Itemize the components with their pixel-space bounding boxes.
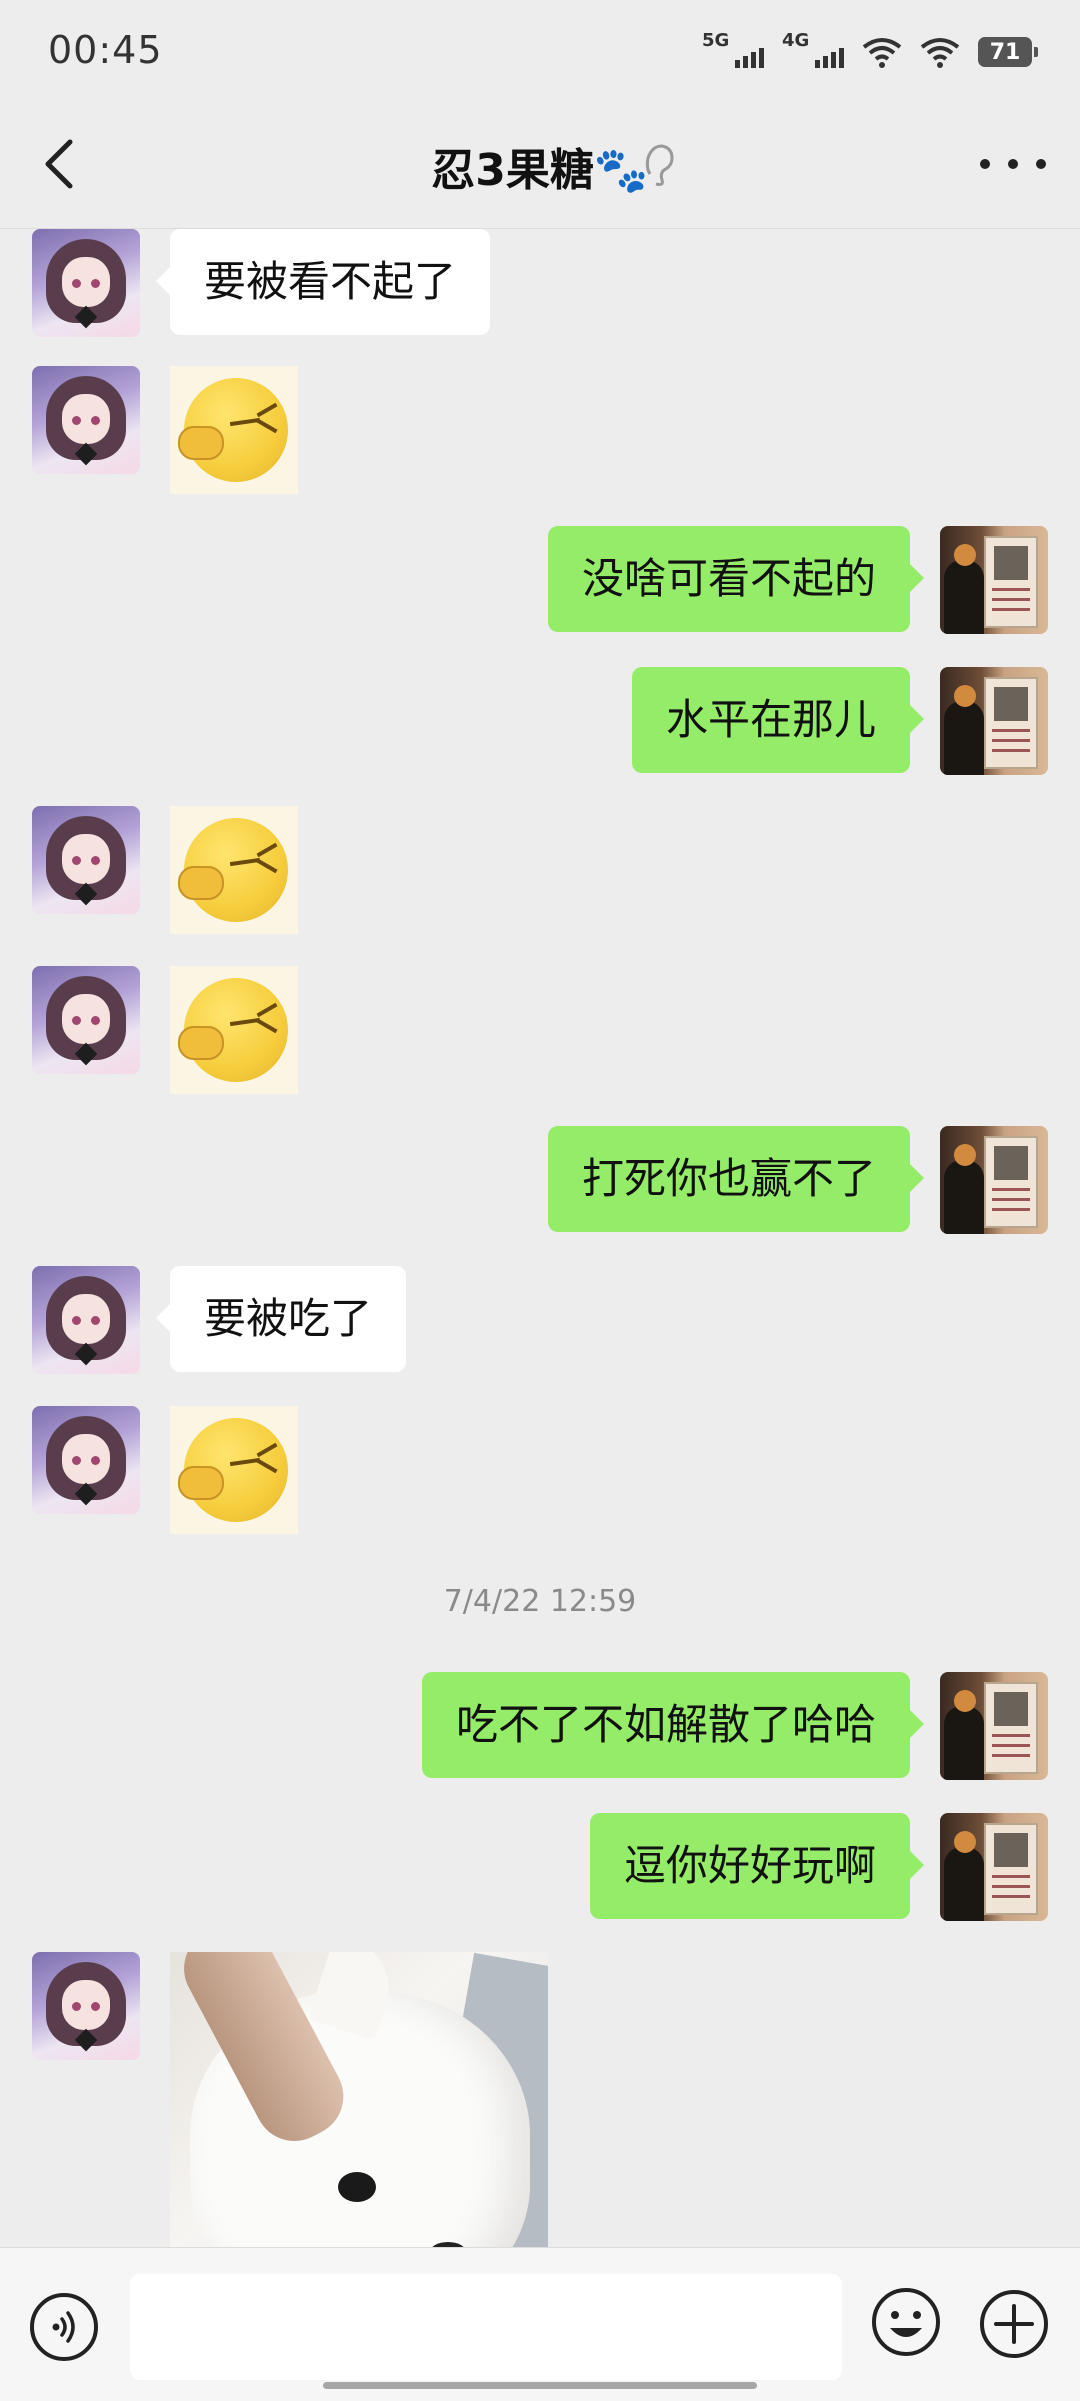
input-bar (0, 2247, 1080, 2401)
signal-4g-icon: 4G (782, 30, 844, 72)
sent-message-bubble[interactable]: 打死你也赢不了 (547, 1126, 925, 1232)
user-avatar[interactable] (940, 1126, 1048, 1234)
voice-icon (52, 2311, 75, 2343)
emoji-facepalm-sticker[interactable] (170, 1406, 298, 1534)
chat-header: 忍3果糖🐾 (0, 100, 1080, 229)
signal-5g-icon: 5G (702, 30, 764, 72)
contact-avatar[interactable] (32, 1406, 140, 1514)
earpiece-mode-icon (645, 144, 674, 186)
sent-message-bubble[interactable]: 逗你好好玩啊 (589, 1813, 925, 1919)
more-options-icon[interactable] (980, 142, 1046, 186)
battery-icon: 71 (978, 37, 1038, 67)
sent-message-bubble[interactable]: 吃不了不如解散了哈哈 (421, 1672, 925, 1778)
home-indicator[interactable] (323, 2382, 757, 2389)
voice-input-button[interactable] (30, 2293, 98, 2361)
user-avatar[interactable] (940, 1672, 1048, 1780)
contact-avatar[interactable] (32, 966, 140, 1074)
contact-avatar[interactable] (32, 229, 140, 337)
message-list[interactable]: 要被看不起了 没啥可看不起的 水平在那儿 打死你也赢不了 要被吃了 7/4/22… (0, 229, 1080, 2247)
user-avatar[interactable] (940, 526, 1048, 634)
status-time: 00:45 (48, 28, 163, 72)
sent-message-bubble[interactable]: 没啥可看不起的 (547, 526, 925, 632)
contact-avatar[interactable] (32, 1952, 140, 2060)
contact-avatar[interactable] (32, 1266, 140, 1374)
message-input[interactable] (130, 2274, 842, 2380)
contact-avatar[interactable] (32, 366, 140, 474)
emoji-button[interactable] (870, 2286, 942, 2358)
chat-title: 忍3果糖🐾 (431, 145, 649, 196)
wifi-calling-icon (862, 38, 902, 68)
received-message-bubble[interactable]: 要被看不起了 (155, 229, 491, 335)
status-bar: 00:45 5G 4G 71 (0, 0, 1080, 100)
wifi-icon (920, 38, 960, 68)
contact-avatar[interactable] (32, 806, 140, 914)
emoji-facepalm-sticker[interactable] (170, 966, 298, 1094)
more-functions-button[interactable] (978, 2288, 1050, 2360)
status-icons: 5G 4G 71 (702, 30, 1038, 74)
user-avatar[interactable] (940, 667, 1048, 775)
emoji-facepalm-sticker[interactable] (170, 366, 298, 494)
white-dog-photo[interactable] (170, 1952, 548, 2247)
sent-message-bubble[interactable]: 水平在那儿 (631, 667, 925, 773)
emoji-facepalm-sticker[interactable] (170, 806, 298, 934)
user-avatar[interactable] (940, 1813, 1048, 1921)
message-timestamp: 7/4/22 12:59 (443, 1584, 637, 1619)
received-message-bubble[interactable]: 要被吃了 (155, 1266, 407, 1372)
